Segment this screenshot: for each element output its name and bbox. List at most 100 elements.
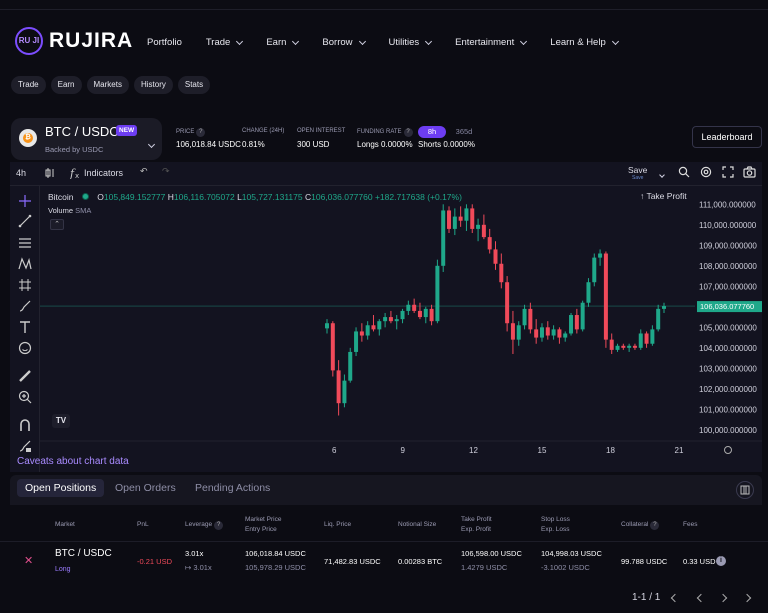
funding-label: FUNDING RATE? [357, 128, 413, 137]
nav-entertainment[interactable]: Entertainment [455, 37, 528, 48]
chevron-down-icon [292, 37, 300, 45]
candle-body [481, 224, 486, 238]
funding-longs: Longs 0.0000% [357, 140, 413, 149]
fib-icon[interactable] [18, 236, 32, 250]
market-selector[interactable]: ₿ BTC / USDC NEW Backed by USDC [11, 118, 162, 160]
col-fees: Fees [683, 521, 698, 528]
nav-learn-help[interactable]: Learn & Help [550, 37, 619, 48]
subnav-history[interactable]: History [133, 76, 173, 94]
col-collateral: Collateral? [621, 520, 660, 530]
projection-icon[interactable] [18, 278, 32, 292]
y-tick-label: 102,000.000000 [699, 385, 757, 394]
candle-body [592, 257, 597, 283]
first-page-icon[interactable] [670, 593, 680, 603]
row-take-profit[interactable]: 106,598.00 USDC [461, 548, 522, 560]
prev-page-icon[interactable] [696, 593, 706, 603]
y-tick-label: 104,000.000000 [699, 344, 757, 353]
candle-body [516, 325, 521, 340]
funding-tab-365d[interactable]: 365d [452, 126, 476, 138]
chevron-down-icon[interactable] [657, 169, 665, 179]
candle-body [383, 317, 388, 322]
candle-body [377, 321, 382, 330]
col-stop-loss: Stop Loss [541, 516, 570, 523]
row-side: Long [55, 566, 71, 573]
change-label: CHANGE (24H) [242, 128, 285, 134]
tab-open-positions[interactable]: Open Positions [17, 479, 105, 497]
next-page-icon[interactable] [718, 593, 728, 603]
candle-body [429, 308, 434, 322]
subnav-earn[interactable]: Earn [50, 76, 82, 94]
candle-body [632, 345, 637, 348]
trend-line-icon[interactable] [18, 214, 32, 228]
nav-label: Borrow [322, 37, 353, 48]
candle-body [447, 210, 452, 229]
candle-body [505, 282, 510, 324]
interval-selector[interactable]: 4h [16, 168, 26, 178]
ruler-icon[interactable] [18, 369, 32, 383]
logo-mark: RU JI [15, 27, 43, 55]
help-icon[interactable]: ? [214, 521, 224, 530]
funding-tab-8h[interactable]: 8h [418, 126, 446, 138]
brush-icon[interactable] [18, 299, 32, 313]
lock-drawing-icon[interactable] [18, 439, 32, 453]
y-tick-label: 105,000.000000 [699, 323, 757, 332]
pattern-icon[interactable] [18, 257, 32, 271]
candle-body [528, 308, 533, 330]
leaderboard-button[interactable]: Leaderboard [692, 126, 762, 148]
help-icon[interactable]: ? [403, 128, 413, 137]
header: RU JI RUJIRA Portfolio Trade Earn Borrow… [0, 14, 768, 70]
tab-open-orders[interactable]: Open Orders [115, 482, 176, 494]
save-button[interactable]: Save [628, 165, 647, 175]
backed-by: Backed by USDC [45, 145, 104, 154]
help-icon[interactable]: ? [650, 521, 660, 530]
price-chart[interactable]: 111,000.000000 110,000.000000 109,000.0000… [40, 186, 762, 472]
row-collateral[interactable]: 99.788 USDC [621, 556, 667, 568]
caveats-link[interactable]: Caveats about chart data [17, 456, 129, 467]
nav-borrow[interactable]: Borrow [322, 37, 366, 48]
info-icon[interactable]: i [716, 556, 726, 566]
camera-icon[interactable] [743, 166, 756, 180]
candle-body [545, 327, 550, 336]
y-tick-label: 103,000.000000 [699, 364, 757, 373]
nav-trade[interactable]: Trade [206, 37, 244, 48]
subnav-stats[interactable]: Stats [177, 76, 211, 94]
tab-pending-actions[interactable]: Pending Actions [195, 482, 270, 494]
last-page-icon[interactable] [742, 593, 752, 603]
nav-utilities[interactable]: Utilities [389, 37, 433, 48]
crosshair-icon[interactable] [18, 194, 32, 208]
col-exp-loss: Exp. Loss [541, 526, 570, 533]
row-leverage: 3.01x [185, 549, 204, 558]
indicators-icon[interactable]: fx [69, 166, 82, 181]
price-value: 106,018.84 USDC [176, 140, 241, 149]
settings-icon[interactable] [700, 166, 712, 180]
zoom-in-icon[interactable] [18, 390, 32, 404]
text-icon[interactable] [18, 320, 32, 334]
indicators-button[interactable]: Indicators [84, 168, 123, 178]
candle-body [499, 263, 504, 283]
subnav-markets[interactable]: Markets [86, 76, 129, 94]
row-stop-loss[interactable]: 104,998.03 USDC [541, 548, 602, 560]
x-tick-label: 12 [469, 446, 478, 455]
candle-body [423, 308, 428, 318]
row-market-price: 106,018.84 USDC [245, 549, 306, 558]
columns-icon[interactable] [736, 481, 754, 499]
help-icon[interactable]: ? [196, 128, 206, 137]
candle-body [342, 380, 347, 404]
candle-type-icon[interactable] [45, 167, 55, 181]
emoji-icon[interactable] [18, 341, 32, 355]
save-status: Save [632, 175, 644, 181]
magnet-icon[interactable] [18, 418, 32, 432]
fullscreen-icon[interactable] [722, 166, 734, 180]
col-take-profit: Take Profit [461, 516, 492, 523]
redo-icon[interactable]: ↷ [162, 166, 170, 177]
row-leverage-target[interactable]: ↦ 3.01x [185, 562, 212, 574]
logo[interactable]: RU JI RUJIRA [15, 27, 133, 55]
nav-earn[interactable]: Earn [266, 37, 300, 48]
subnav-trade[interactable]: Trade [11, 76, 46, 94]
search-icon[interactable] [678, 166, 690, 180]
candle-body [534, 329, 539, 338]
nav-portfolio[interactable]: Portfolio [147, 37, 182, 48]
candle-body [615, 345, 620, 350]
undo-icon[interactable]: ↶ [140, 166, 148, 177]
close-position-icon[interactable]: ✕ [24, 555, 33, 567]
